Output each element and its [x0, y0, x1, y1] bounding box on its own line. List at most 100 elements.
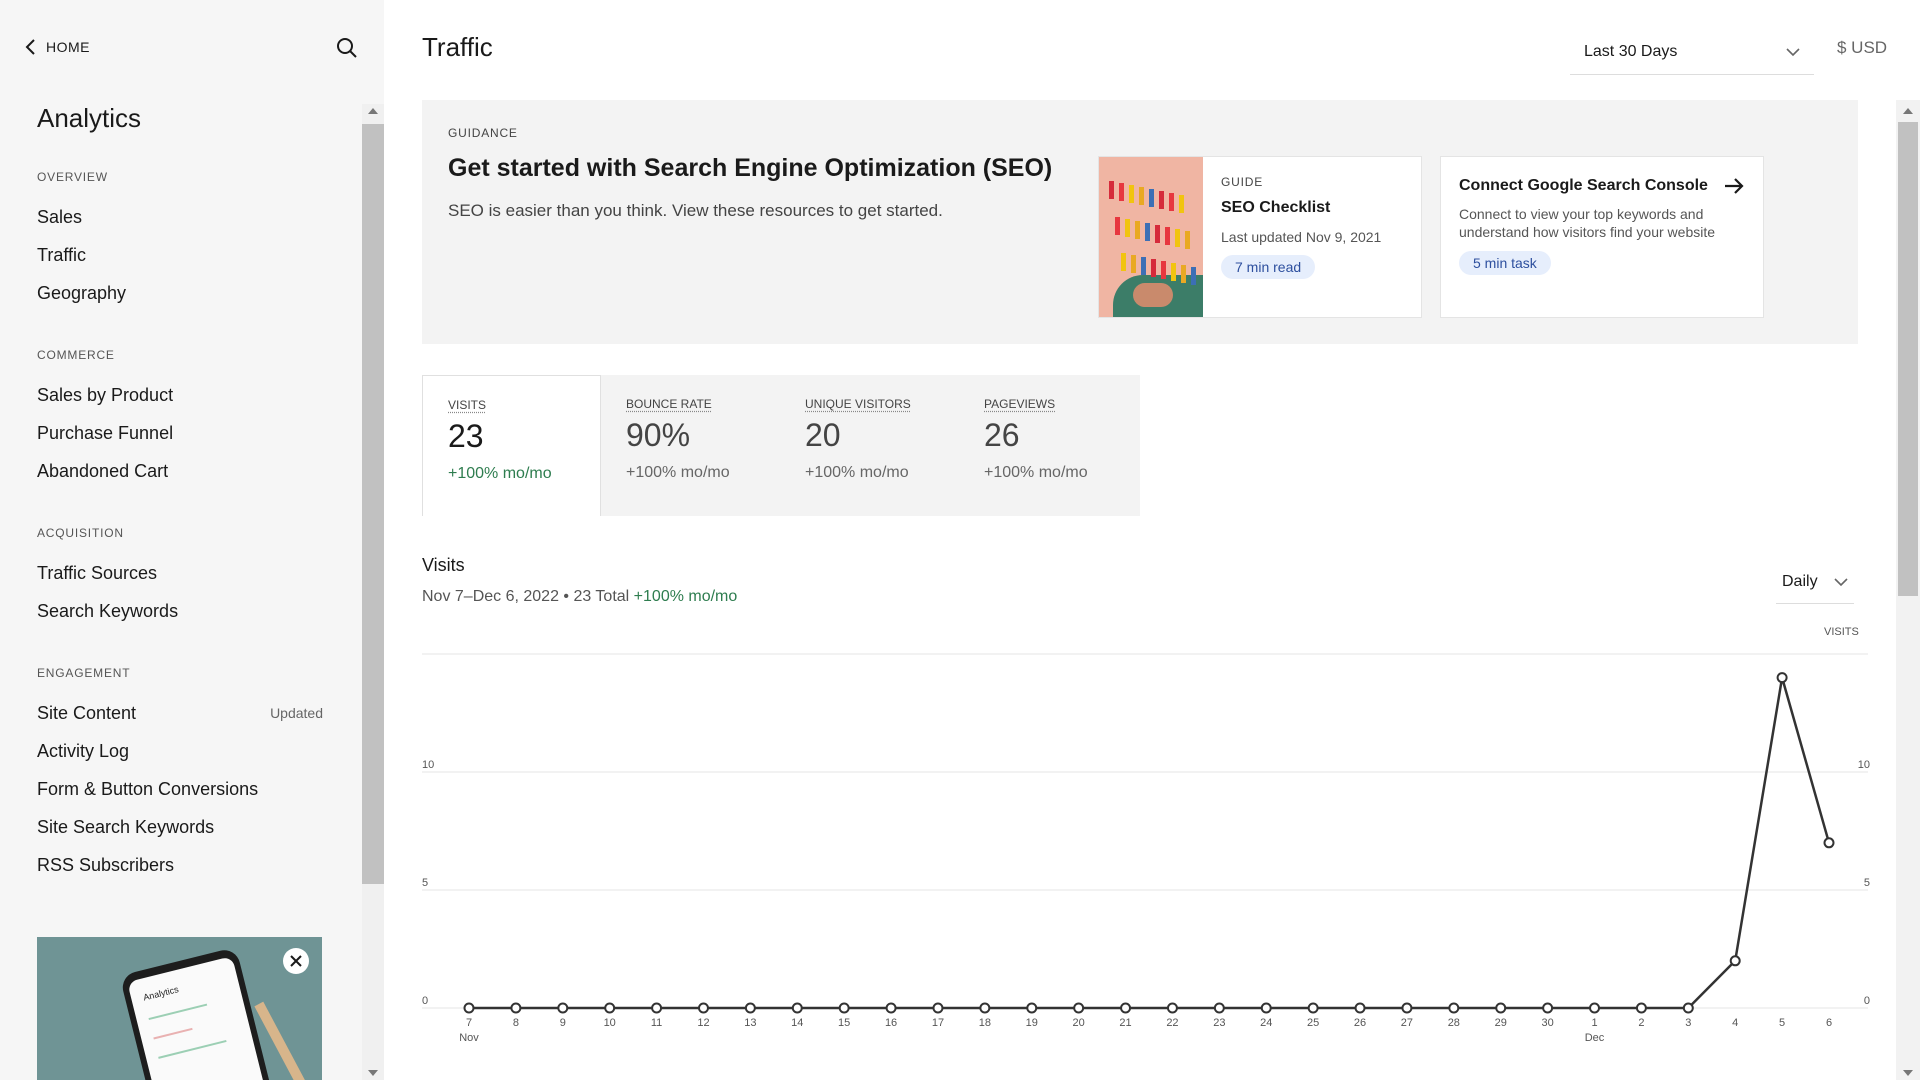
scroll-up-icon[interactable] [368, 108, 378, 114]
chart-change-text: +100% mo/mo [633, 588, 738, 605]
sidebar-item-label: Search Keywords [37, 601, 179, 621]
scroll-up-icon[interactable] [1903, 108, 1913, 114]
date-range-select[interactable]: Last 30 Days [1570, 30, 1814, 75]
sidebar-item[interactable]: Search Keywords [37, 592, 323, 630]
x-tick-label: 25 [1307, 1017, 1319, 1029]
domino-shape [1159, 191, 1164, 209]
search-icon[interactable] [335, 36, 359, 60]
x-tick-label: 11 [651, 1017, 662, 1029]
right-axis-label: VISITS [1824, 626, 1859, 638]
guidance-label: GUIDANCE [448, 126, 518, 140]
close-promo-button[interactable] [283, 948, 309, 974]
scroll-down-icon[interactable] [1903, 1070, 1913, 1076]
data-point [1589, 1002, 1601, 1014]
sidebar-item[interactable]: Site Search Keywords [37, 808, 323, 846]
sidebar-item-label: Site Search Keywords [37, 817, 215, 837]
sidebar-item[interactable]: Traffic Sources [37, 554, 323, 592]
metric-tab-visits[interactable]: VISITS 23 +100% mo/mo [422, 375, 601, 516]
scrollbar-thumb[interactable] [362, 124, 384, 884]
visits-line-chart: 0055101015157891011121314151617181920212… [422, 650, 1870, 1044]
interval-select[interactable]: Daily [1776, 560, 1854, 604]
phone-illustration: Analytics [119, 946, 275, 1080]
data-point [1073, 1002, 1085, 1014]
chart-title: Visits [422, 555, 465, 575]
sidebar-item-label: Activity Log [37, 741, 130, 761]
data-point [744, 1002, 756, 1014]
metric-label: UNIQUE VISITORS [805, 397, 911, 411]
updated-badge: Updated [270, 705, 323, 721]
sidebar-item[interactable]: Geography [37, 274, 323, 312]
currency-label[interactable]: $ USD [1837, 38, 1887, 58]
sidebar-item[interactable]: Purchase Funnel [37, 414, 323, 452]
x-tick-label: 9 [560, 1017, 566, 1029]
sidebar-item-label: Site Content [37, 703, 137, 723]
card-title: Connect Google Search Console [1459, 177, 1708, 194]
domino-shape [1145, 223, 1150, 241]
sidebar-item[interactable]: Sales by Product [37, 376, 323, 414]
x-tick-label: 15 [838, 1017, 850, 1029]
sidebar-item[interactable]: Sales [37, 198, 323, 236]
metric-tab-unique-visitors[interactable]: UNIQUE VISITORS 20 +100% mo/mo [780, 375, 959, 516]
sidebar-item[interactable]: Activity Log [37, 732, 323, 770]
arrow-right-icon [1725, 178, 1744, 194]
x-tick-label: 7 [466, 1017, 472, 1029]
x-tick-label: 27 [1401, 1017, 1413, 1029]
domino-shape [1121, 253, 1126, 271]
scroll-down-icon[interactable] [368, 1070, 378, 1076]
domino-shape [1135, 221, 1140, 239]
metric-tabs: VISITS 23 +100% mo/mo BOUNCE RATE 90% +100% m… [422, 375, 1140, 516]
domino-shape [1181, 265, 1186, 283]
data-point [510, 1002, 522, 1014]
domino-shape [1179, 195, 1184, 213]
metric-change: +100% mo/mo [448, 465, 552, 482]
x-tick-label: 10 [604, 1017, 616, 1029]
scrollbar-thumb[interactable] [1898, 122, 1918, 596]
metric-tab-pageviews[interactable]: PAGEVIEWS 26 +100% mo/mo [959, 375, 1138, 516]
data-point [557, 1002, 569, 1014]
data-point [1823, 837, 1835, 849]
sidebar-section: ACQUISITION Traffic Sources Search Keyword… [0, 524, 350, 630]
sidebar-item[interactable]: Traffic [37, 236, 323, 274]
guidance-title: Get started with Search Engine Optimizat… [448, 154, 1053, 182]
data-point [1542, 1002, 1554, 1014]
sidebar-scrollbar[interactable] [362, 104, 384, 1080]
x-tick-label: 3 [1685, 1017, 1691, 1029]
domino-shape [1109, 181, 1114, 199]
sidebar-item[interactable]: Site Content Updated [37, 694, 323, 732]
metric-value: 26 [984, 417, 1020, 453]
data-point [838, 1002, 850, 1014]
connect-search-console-card[interactable]: Connect Google Search Console Connect to… [1440, 156, 1764, 318]
data-point [1026, 1002, 1038, 1014]
x-tick-label: 14 [791, 1017, 803, 1029]
promo-banner[interactable]: Analytics [37, 937, 322, 1080]
y-tick-label-left: 5 [422, 877, 428, 889]
sidebar-item-label: Abandoned Cart [37, 461, 169, 481]
sidebar-item[interactable]: Abandoned Cart [37, 452, 323, 490]
main-scrollbar[interactable] [1896, 100, 1920, 1080]
x-tick-label: 29 [1495, 1017, 1507, 1029]
card-meta: Last updated Nov 9, 2021 [1221, 229, 1382, 245]
page-title: Traffic [422, 32, 493, 62]
card-kicker: GUIDE [1221, 175, 1264, 189]
x-tick-label: 18 [979, 1017, 991, 1029]
data-point [463, 1002, 475, 1014]
home-link[interactable]: HOME [24, 38, 90, 56]
sidebar: HOME Analytics OVERVIEW Sales Traffic Geogr… [0, 0, 384, 1080]
sidebar-item[interactable]: Form & Button Conversions [37, 770, 323, 808]
x-tick-label: 21 [1119, 1017, 1131, 1029]
data-point [1120, 1002, 1132, 1014]
metric-label: PAGEVIEWS [984, 397, 1056, 411]
metric-change: +100% mo/mo [626, 464, 730, 481]
guidance-description: SEO is easier than you think. View these… [448, 201, 943, 220]
metric-tab-bounce-rate[interactable]: BOUNCE RATE 90% +100% mo/mo [601, 375, 780, 516]
sidebar-item-label: Form & Button Conversions [37, 779, 259, 799]
card-description: Connect to view your top keywords and un… [1459, 206, 1716, 240]
metric-label: VISITS [448, 398, 487, 412]
data-point [1213, 1002, 1225, 1014]
sidebar-item[interactable]: RSS Subscribers [37, 846, 323, 884]
x-tick-label: 2 [1638, 1017, 1644, 1029]
home-label: HOME [46, 39, 90, 55]
seo-checklist-card[interactable]: GUIDE SEO Checklist Last updated Nov 9, … [1098, 156, 1422, 318]
data-point [1729, 955, 1741, 967]
sidebar-item-label: Sales [37, 207, 83, 227]
